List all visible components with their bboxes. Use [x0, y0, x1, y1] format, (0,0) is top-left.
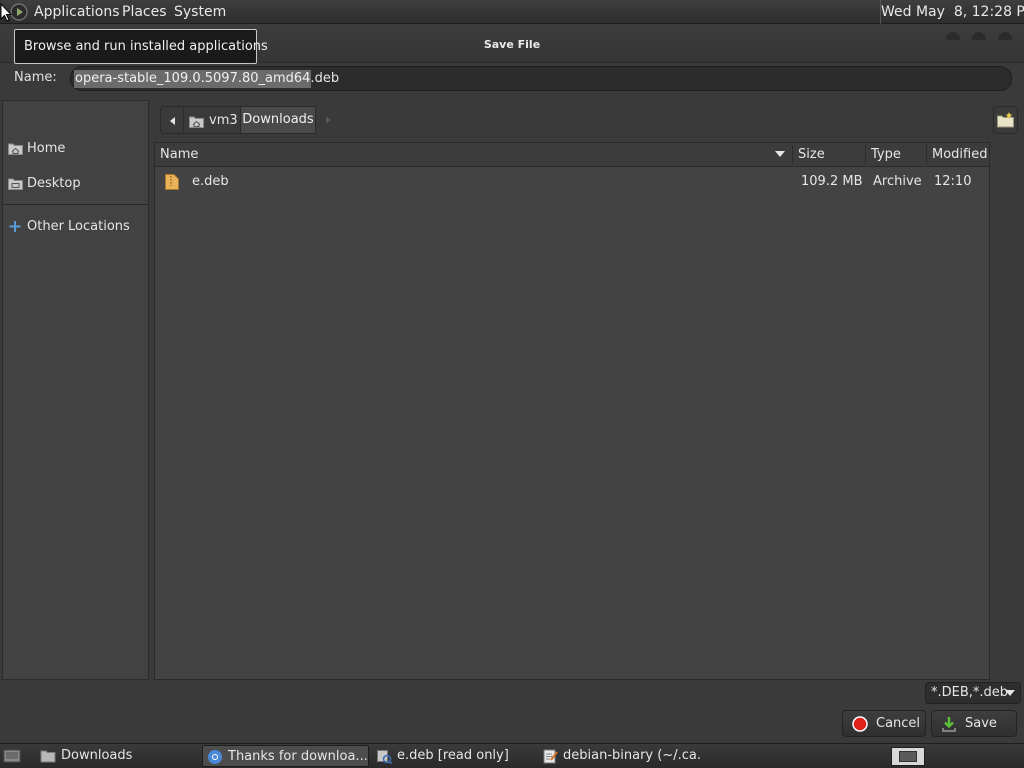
path-segment-label: vm3 [209, 113, 238, 128]
path-forward-button[interactable] [320, 106, 336, 134]
task-label: Thanks for downloa... [228, 749, 368, 764]
cancel-button[interactable]: Cancel [842, 710, 926, 737]
maximize-icon[interactable] [972, 32, 986, 40]
sidebar-item-home[interactable]: Home [3, 135, 148, 163]
task-archive-manager[interactable]: e.deb [read only] [372, 745, 536, 767]
workspace-switcher[interactable] [891, 747, 925, 766]
clock[interactable]: Wed May 8, 12:28 PM [880, 0, 1024, 24]
task-label: Downloads [61, 748, 133, 763]
column-header-modified[interactable]: Modified [927, 143, 989, 166]
text-editor-icon [542, 748, 558, 764]
archive-manager-icon [376, 748, 392, 764]
new-folder-icon [997, 112, 1014, 128]
close-icon[interactable] [998, 32, 1012, 40]
system-menu[interactable]: System [174, 0, 226, 24]
chevron-down-icon [1005, 690, 1015, 697]
cancel-label: Cancel [876, 716, 921, 731]
browser-icon [207, 749, 223, 765]
task-downloads[interactable]: Downloads [36, 745, 200, 767]
file-list[interactable]: Name Size Type Modified e.deb 109.2 MB A… [154, 142, 990, 680]
create-folder-button[interactable] [993, 106, 1018, 134]
bottom-taskbar: Downloads Thanks for downloa... e.deb [r… [0, 743, 1024, 768]
places-sidebar: Home Desktop Other Locations [2, 100, 149, 680]
column-header-type[interactable]: Type [866, 143, 926, 166]
folder-icon [40, 748, 56, 764]
file-type-filter[interactable]: *.DEB,*.deb [925, 682, 1021, 704]
workspace-window-preview [899, 751, 917, 762]
show-desktop-icon[interactable] [3, 748, 21, 764]
filter-value: *.DEB,*.deb [931, 685, 1009, 700]
tooltip: Browse and run installed applications [14, 29, 268, 64]
task-browser[interactable]: Thanks for downloa... [202, 745, 369, 767]
minimize-icon[interactable] [946, 32, 960, 40]
save-file-dialog: Save File Name: opera-stable_109.0.5097.… [0, 25, 1024, 743]
path-back-button[interactable] [160, 106, 184, 134]
column-header-name[interactable]: Name [155, 143, 791, 166]
save-download-icon [941, 716, 957, 732]
file-size: 109.2 MB [801, 174, 863, 189]
task-label: e.deb [read only] [397, 748, 509, 763]
desktop-folder-icon [8, 177, 23, 190]
top-panel: Applications Places System Wed May 8, 12… [0, 0, 1024, 24]
applications-menu-icon[interactable] [10, 3, 28, 21]
file-modified: 12:10 [934, 174, 972, 189]
dialog-right-margin [991, 142, 1024, 680]
path-segment-vm3[interactable]: vm3 [184, 106, 241, 134]
filename-selection: opera-stable_109.0.5097.80_amd64 [74, 70, 312, 88]
home-folder-icon [8, 142, 23, 155]
file-type: Archive [873, 174, 922, 189]
sidebar-item-other-locations[interactable]: Other Locations [3, 213, 148, 241]
save-label: Save [965, 716, 997, 731]
file-name: e.deb [192, 174, 229, 189]
cancel-icon [852, 716, 868, 732]
sidebar-separator [3, 204, 148, 205]
home-folder-icon [189, 115, 204, 128]
task-label: debian-binary (~/.ca... [563, 748, 702, 763]
places-menu[interactable]: Places [122, 0, 167, 24]
file-list-header: Name Size Type Modified [155, 143, 989, 167]
save-button[interactable]: Save [931, 710, 1017, 737]
chevron-left-icon [170, 117, 175, 125]
sidebar-item-label: Home [27, 141, 66, 156]
column-header-size[interactable]: Size [793, 143, 865, 166]
sort-descending-icon[interactable] [775, 151, 785, 158]
mouse-cursor-icon [0, 3, 12, 23]
path-segment-downloads[interactable]: Downloads [241, 106, 316, 134]
file-row[interactable]: e.deb 109.2 MB Archive 12:10 [155, 170, 989, 194]
sidebar-item-label: Other Locations [27, 219, 130, 234]
chevron-right-icon [326, 116, 331, 124]
task-text-editor[interactable]: debian-binary (~/.ca... [538, 745, 702, 767]
sidebar-item-desktop[interactable]: Desktop [3, 170, 148, 198]
plus-icon [8, 220, 23, 233]
archive-file-icon [165, 174, 179, 190]
sidebar-item-label: Desktop [27, 176, 81, 191]
name-label: Name: [14, 70, 57, 85]
applications-menu[interactable]: Applications [34, 0, 120, 24]
